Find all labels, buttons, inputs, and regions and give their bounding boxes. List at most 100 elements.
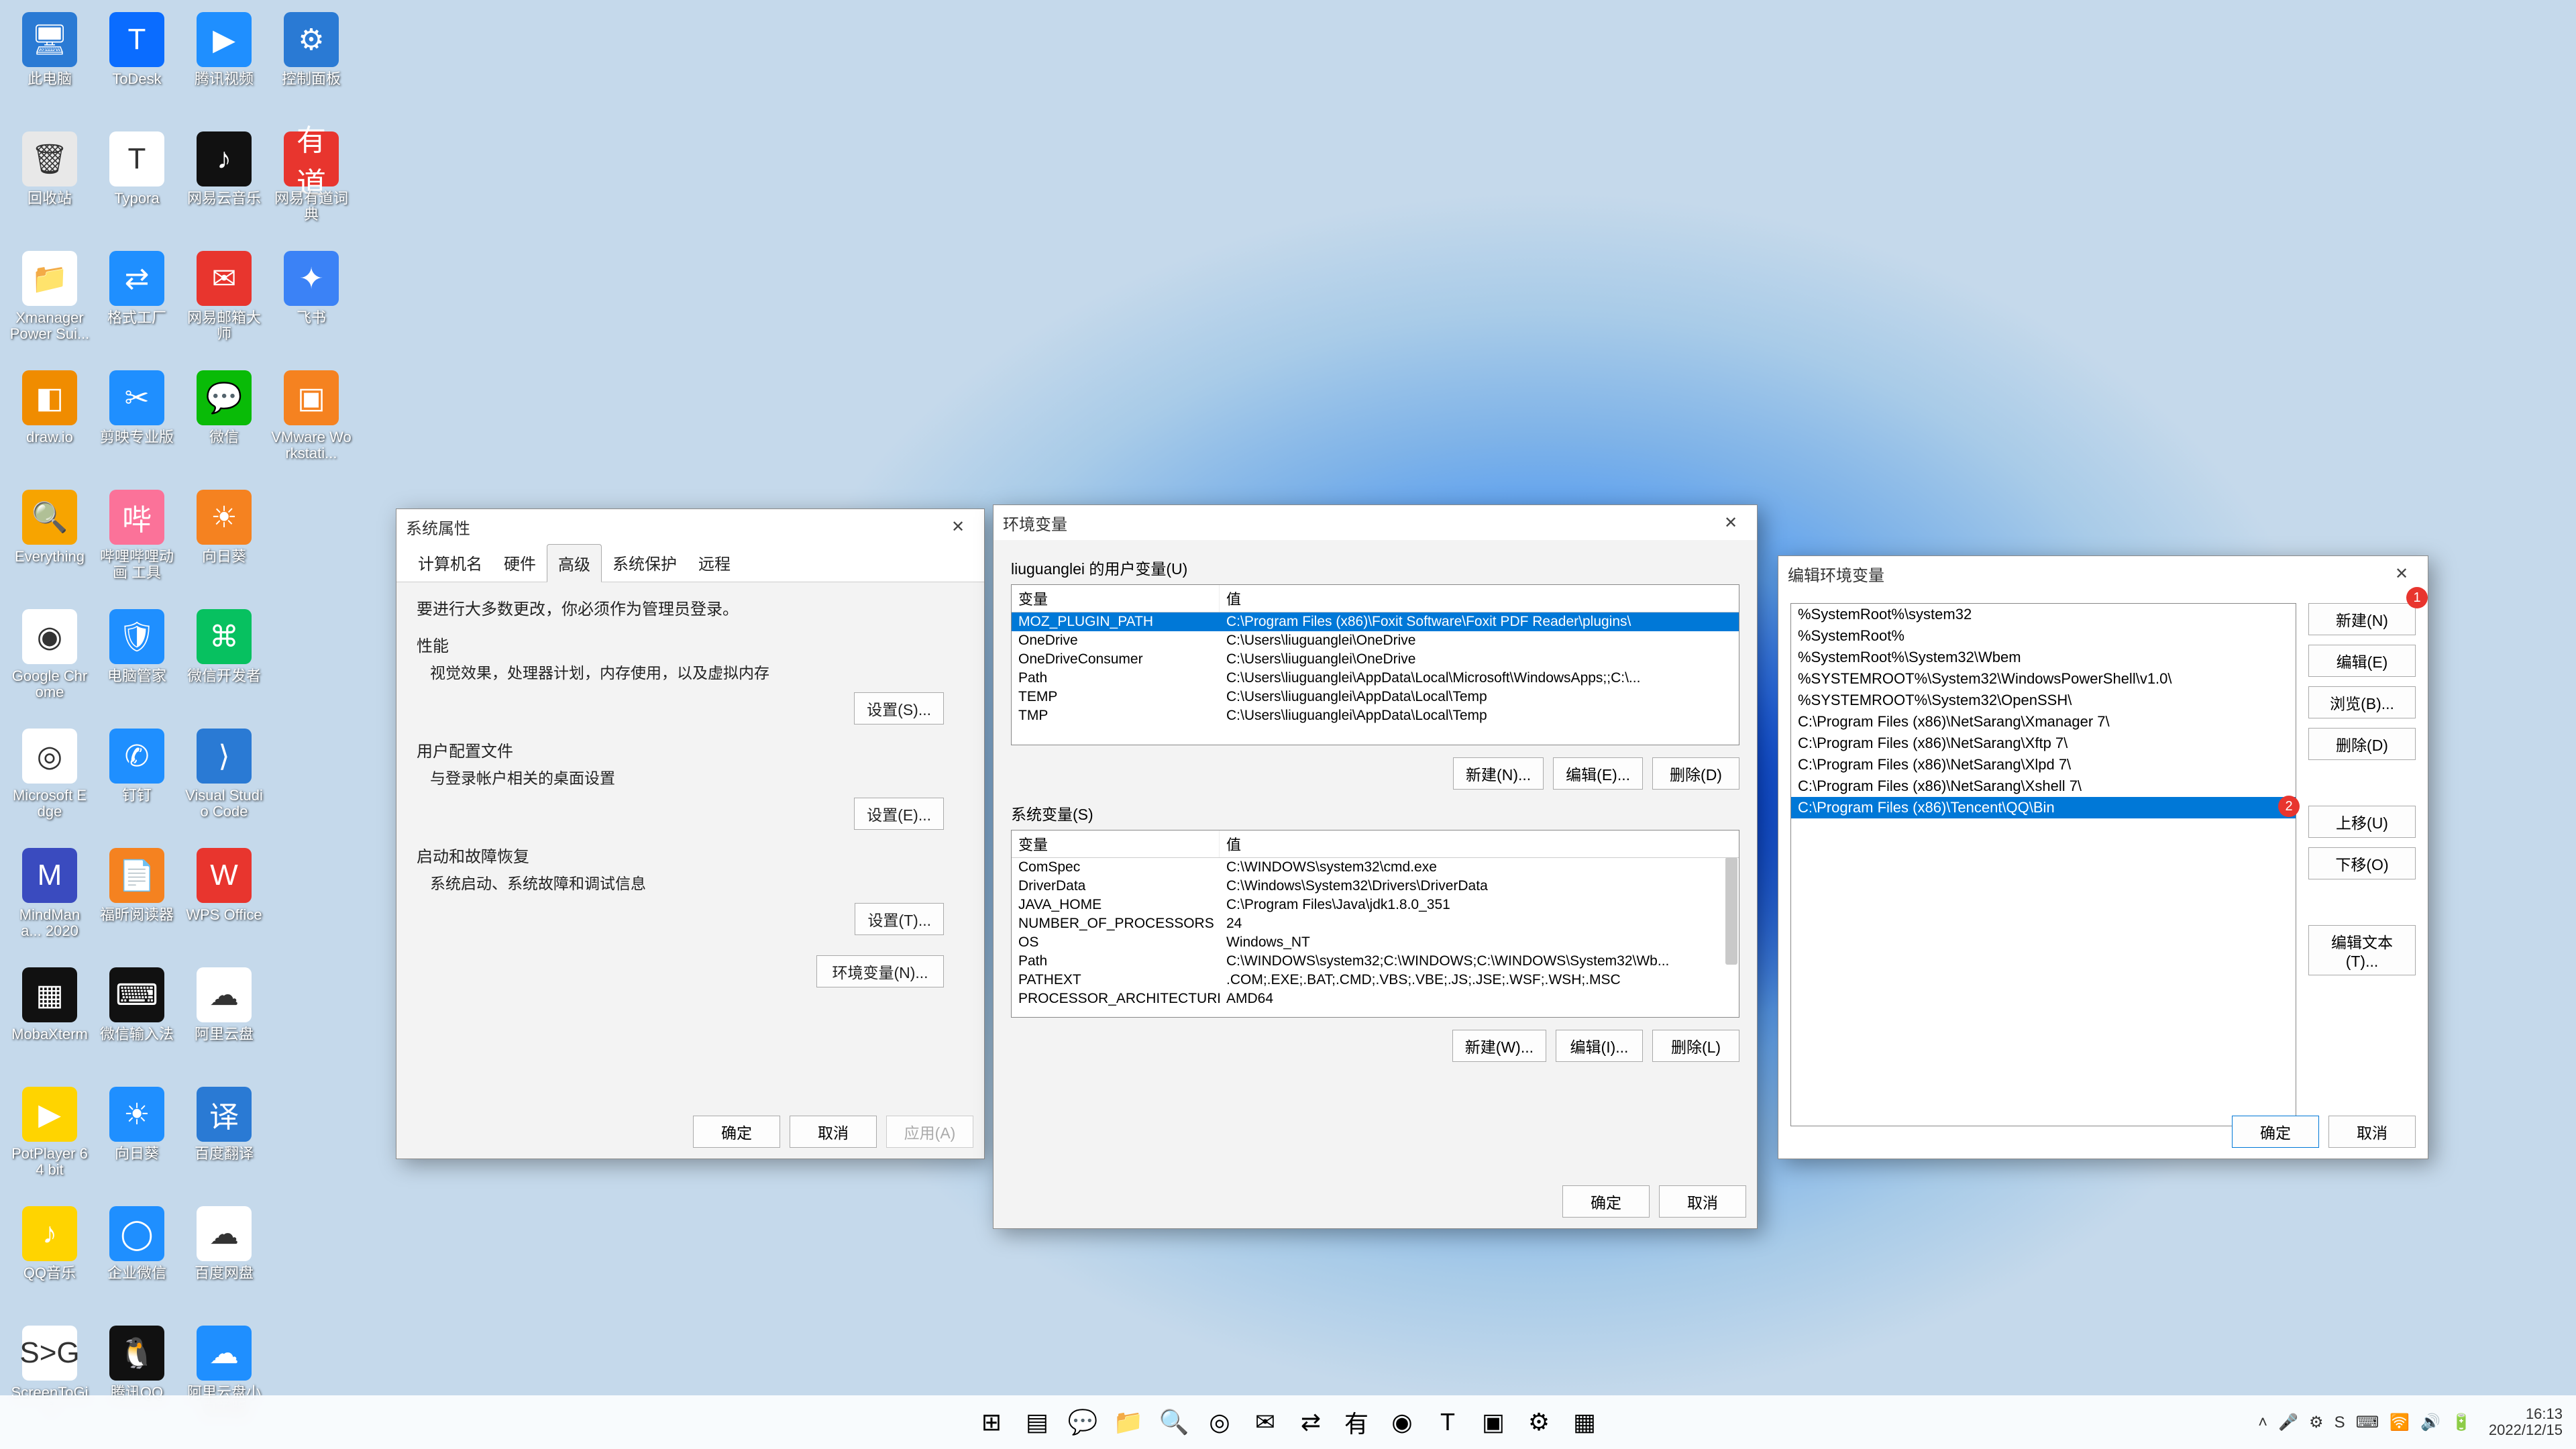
sys-vars-table[interactable]: 变量 值 ComSpecC:\WINDOWS\system32\cmd.exeD…: [1011, 830, 1739, 1018]
cancel-button[interactable]: 取消: [790, 1116, 877, 1148]
tab-2[interactable]: 高级: [547, 544, 602, 582]
desktop-icon[interactable]: ♪网易云音乐: [181, 126, 267, 243]
user-delete-button[interactable]: 删除(D): [1652, 757, 1739, 790]
user-vars-table[interactable]: 变量 值 MOZ_PLUGIN_PATHC:\Program Files (x8…: [1011, 584, 1739, 745]
table-row[interactable]: OneDriveConsumerC:\Users\liuguanglei\One…: [1012, 650, 1739, 669]
close-icon[interactable]: ✕: [941, 517, 975, 537]
desktop-icon[interactable]: ✦飞书: [268, 246, 354, 362]
path-item[interactable]: C:\Program Files (x86)\NetSarang\Xlpd 7\: [1791, 754, 2296, 775]
table-row[interactable]: PROCESSOR_ARCHITECTUREAMD64: [1012, 989, 1739, 1008]
move-up-button[interactable]: 上移(U): [2308, 806, 2416, 838]
desktop-icon[interactable]: TToDesk: [94, 7, 180, 123]
taskbar-app-icon[interactable]: ▣: [1472, 1401, 1514, 1443]
path-item[interactable]: %SystemRoot%\system32: [1791, 604, 2296, 625]
desktop-icon[interactable]: 译百度翻译: [181, 1081, 267, 1198]
sys-edit-button[interactable]: 编辑(I)...: [1556, 1030, 1643, 1062]
table-row[interactable]: JAVA_HOMEC:\Program Files\Java\jdk1.8.0_…: [1012, 896, 1739, 914]
desktop-icon[interactable]: ☁百度网盘: [181, 1201, 267, 1318]
desktop-icon[interactable]: 有道网易有道词典: [268, 126, 354, 243]
tray-icon[interactable]: S: [2334, 1413, 2345, 1432]
tray-icon[interactable]: 🔋: [2451, 1413, 2471, 1432]
table-row[interactable]: DriverDataC:\Windows\System32\Drivers\Dr…: [1012, 877, 1739, 896]
desktop-icon[interactable]: 🔍Everything: [7, 484, 93, 601]
desktop-icon[interactable]: 📁Xmanager Power Sui...: [7, 246, 93, 362]
edit-text-button[interactable]: 编辑文本(T)...: [2308, 925, 2416, 975]
tray-icon[interactable]: ⌨: [2356, 1413, 2379, 1432]
scrollbar-thumb[interactable]: [1725, 857, 1737, 965]
table-row[interactable]: OSWindows_NT: [1012, 933, 1739, 952]
tray-icon[interactable]: 🛜: [2390, 1413, 2410, 1432]
desktop-icon[interactable]: ⌨微信输入法: [94, 962, 180, 1079]
close-icon[interactable]: ✕: [1714, 513, 1748, 533]
table-row[interactable]: PathC:\WINDOWS\system32;C:\WINDOWS;C:\WI…: [1012, 952, 1739, 971]
delete-button[interactable]: 删除(D): [2308, 728, 2416, 760]
desktop-icon[interactable]: 📄福昕阅读器: [94, 843, 180, 959]
desktop-icon[interactable]: 🖥此电脑: [7, 7, 93, 123]
new-button[interactable]: 新建(N): [2308, 603, 2416, 635]
desktop-icon[interactable]: TTypora: [94, 126, 180, 243]
titlebar[interactable]: 系统属性 ✕: [396, 509, 984, 544]
taskbar-app-icon[interactable]: ◎: [1199, 1401, 1240, 1443]
tray-icon[interactable]: 🎤: [2278, 1413, 2298, 1432]
path-item[interactable]: %SYSTEMROOT%\System32\OpenSSH\: [1791, 690, 2296, 711]
desktop-icon[interactable]: ✂剪映专业版: [94, 365, 180, 482]
taskbar-app-icon[interactable]: T: [1427, 1401, 1468, 1443]
col-header-value[interactable]: 值: [1220, 585, 1739, 612]
desktop-icon[interactable]: ◉Google Chrome: [7, 604, 93, 720]
desktop-icon[interactable]: ⌘微信开发者: [181, 604, 267, 720]
desktop-icon[interactable]: ▶PotPlayer 64 bit: [7, 1081, 93, 1198]
browse-button[interactable]: 浏览(B)...: [2308, 686, 2416, 718]
desktop-icon[interactable]: ▣VMware Workstati...: [268, 365, 354, 482]
table-row[interactable]: MOZ_PLUGIN_PATHC:\Program Files (x86)\Fo…: [1012, 612, 1739, 631]
path-item[interactable]: C:\Program Files (x86)\NetSarang\Xmanage…: [1791, 711, 2296, 733]
taskbar-app-icon[interactable]: ◉: [1381, 1401, 1423, 1443]
desktop-icon[interactable]: ▶腾讯视频: [181, 7, 267, 123]
desktop-icon[interactable]: MMindMana... 2020: [7, 843, 93, 959]
tab-4[interactable]: 远程: [688, 544, 741, 582]
taskbar-app-icon[interactable]: ⊞: [971, 1401, 1012, 1443]
startup-settings-button[interactable]: 设置(T)...: [855, 903, 944, 935]
table-row[interactable]: NUMBER_OF_PROCESSORS24: [1012, 914, 1739, 933]
user-edit-button[interactable]: 编辑(E)...: [1553, 757, 1643, 790]
ok-button[interactable]: 确定: [2232, 1116, 2319, 1148]
tab-0[interactable]: 计算机名: [407, 544, 493, 582]
cancel-button[interactable]: 取消: [1659, 1185, 1746, 1218]
move-down-button[interactable]: 下移(O): [2308, 847, 2416, 879]
taskbar-app-icon[interactable]: ⇄: [1290, 1401, 1332, 1443]
taskbar-app-icon[interactable]: ✉: [1244, 1401, 1286, 1443]
taskbar-app-icon[interactable]: 📁: [1108, 1401, 1149, 1443]
col-header-variable[interactable]: 变量: [1012, 585, 1220, 612]
tray-icon[interactable]: ˄: [2258, 1413, 2267, 1432]
desktop-icon[interactable]: ☀向日葵: [94, 1081, 180, 1198]
desktop-icon[interactable]: 哔哔哩哔哩动画 工具: [94, 484, 180, 601]
table-row[interactable]: OneDriveC:\Users\liuguanglei\OneDrive: [1012, 631, 1739, 650]
desktop-icon[interactable]: 🗑回收站: [7, 126, 93, 243]
table-row[interactable]: TMPC:\Users\liuguanglei\AppData\Local\Te…: [1012, 706, 1739, 725]
profiles-settings-button[interactable]: 设置(E)...: [854, 798, 944, 830]
path-item[interactable]: C:\Program Files (x86)\NetSarang\Xshell …: [1791, 775, 2296, 797]
titlebar[interactable]: 编辑环境变量 ✕: [1778, 556, 2428, 591]
desktop-icon[interactable]: ✉网易邮箱大师: [181, 246, 267, 362]
taskbar-app-icon[interactable]: 有: [1336, 1401, 1377, 1443]
path-item[interactable]: C:\Program Files (x86)\NetSarang\Xftp 7\: [1791, 733, 2296, 754]
taskbar-app-icon[interactable]: ▤: [1016, 1401, 1058, 1443]
path-item[interactable]: %SystemRoot%: [1791, 625, 2296, 647]
desktop-icon[interactable]: ☁阿里云盘: [181, 962, 267, 1079]
desktop-icon[interactable]: ☀向日葵: [181, 484, 267, 601]
tray-date[interactable]: 2022/12/15: [2489, 1422, 2563, 1438]
path-item[interactable]: %SYSTEMROOT%\System32\WindowsPowerShell\…: [1791, 668, 2296, 690]
desktop-icon[interactable]: 🛡电脑管家: [94, 604, 180, 720]
table-row[interactable]: PATHEXT.COM;.EXE;.BAT;.CMD;.VBS;.VBE;.JS…: [1012, 971, 1739, 989]
tab-3[interactable]: 系统保护: [602, 544, 688, 582]
desktop-icon[interactable]: ◯企业微信: [94, 1201, 180, 1318]
taskbar-app-icon[interactable]: ⚙: [1518, 1401, 1560, 1443]
desktop-icon[interactable]: ▦MobaXterm: [7, 962, 93, 1079]
table-row[interactable]: ComSpecC:\WINDOWS\system32\cmd.exe: [1012, 858, 1739, 877]
path-item[interactable]: %SystemRoot%\System32\Wbem: [1791, 647, 2296, 668]
titlebar[interactable]: 环境变量 ✕: [994, 505, 1757, 540]
desktop-icon[interactable]: ✆钉钉: [94, 723, 180, 840]
desktop-icon[interactable]: 💬微信: [181, 365, 267, 482]
sys-new-button[interactable]: 新建(W)...: [1452, 1030, 1546, 1062]
close-icon[interactable]: ✕: [2385, 564, 2418, 584]
tray-icon[interactable]: ⚙: [2309, 1413, 2324, 1432]
